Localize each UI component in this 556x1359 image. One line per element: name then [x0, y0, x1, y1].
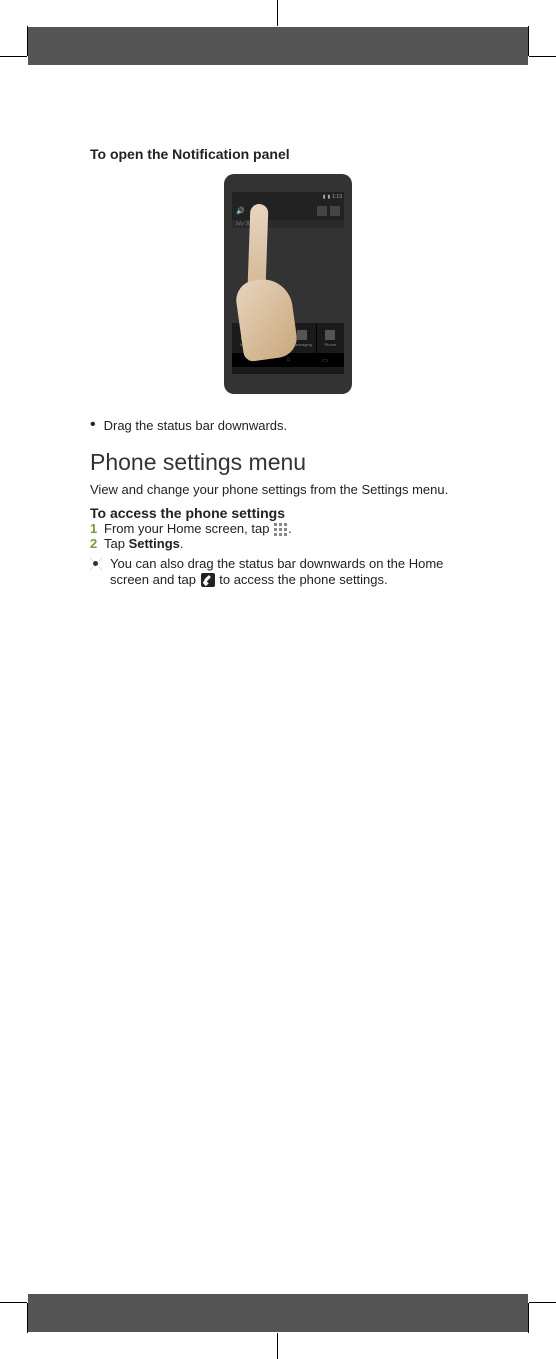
toggle-icon [330, 206, 340, 216]
apps-grid-icon [274, 523, 287, 536]
step-text-pre: Tap [104, 536, 129, 551]
quick-toggles [317, 206, 340, 216]
signal-icon: ▮ [323, 194, 326, 200]
step-text: From your Home screen, tap . [104, 521, 292, 537]
recent-icon: ▭ [322, 357, 328, 364]
section-title-notification: To open the Notification panel [90, 146, 486, 162]
bullet-item: • Drag the status bar downwards. [90, 418, 486, 433]
phone-time: 1:13 [332, 194, 342, 200]
bullet-text: Drag the status bar downwards. [104, 418, 288, 433]
finger [248, 204, 269, 290]
step-text-post: . [180, 536, 184, 551]
heading-phone-settings: Phone settings menu [90, 449, 486, 476]
step-2: 2 Tap Settings. [90, 536, 486, 552]
battery-icon: ▮ [328, 194, 331, 200]
step-text-post: . [288, 521, 292, 536]
step-number: 1 [90, 521, 98, 537]
tip-text-post: to access the phone settings. [216, 572, 388, 587]
dock-item: Phone [317, 323, 344, 353]
subheading-access-settings: To access the phone settings [90, 505, 486, 521]
phone-illustration: ▮ ▮ 1:13 🔊 July 30, 2012 Media Play Stor… [224, 174, 352, 394]
step-1: 1 From your Home screen, tap . [90, 521, 486, 537]
step-text: Tap Settings. [104, 536, 184, 552]
tip-bulb-icon [90, 558, 104, 570]
page-content: To open the Notification panel ▮ ▮ 1:13 … [90, 146, 486, 587]
page-header-band [28, 27, 528, 65]
intro-text: View and change your phone settings from… [90, 482, 486, 499]
palm [234, 276, 300, 363]
tip-row: You can also drag the status bar downwar… [90, 556, 486, 587]
settings-wrench-icon [201, 573, 215, 587]
step-text-pre: From your Home screen, tap [104, 521, 273, 536]
page-footer-band [28, 1294, 528, 1332]
hand-illustration [249, 204, 309, 384]
toggle-icon [317, 206, 327, 216]
step-text-bold: Settings [129, 536, 180, 551]
phone-status-bar: ▮ ▮ 1:13 [232, 192, 344, 202]
tip-text: You can also drag the status bar downwar… [110, 556, 486, 587]
step-number: 2 [90, 536, 98, 552]
speaker-icon: 🔊 [236, 207, 245, 215]
bullet-dot: • [90, 418, 96, 432]
